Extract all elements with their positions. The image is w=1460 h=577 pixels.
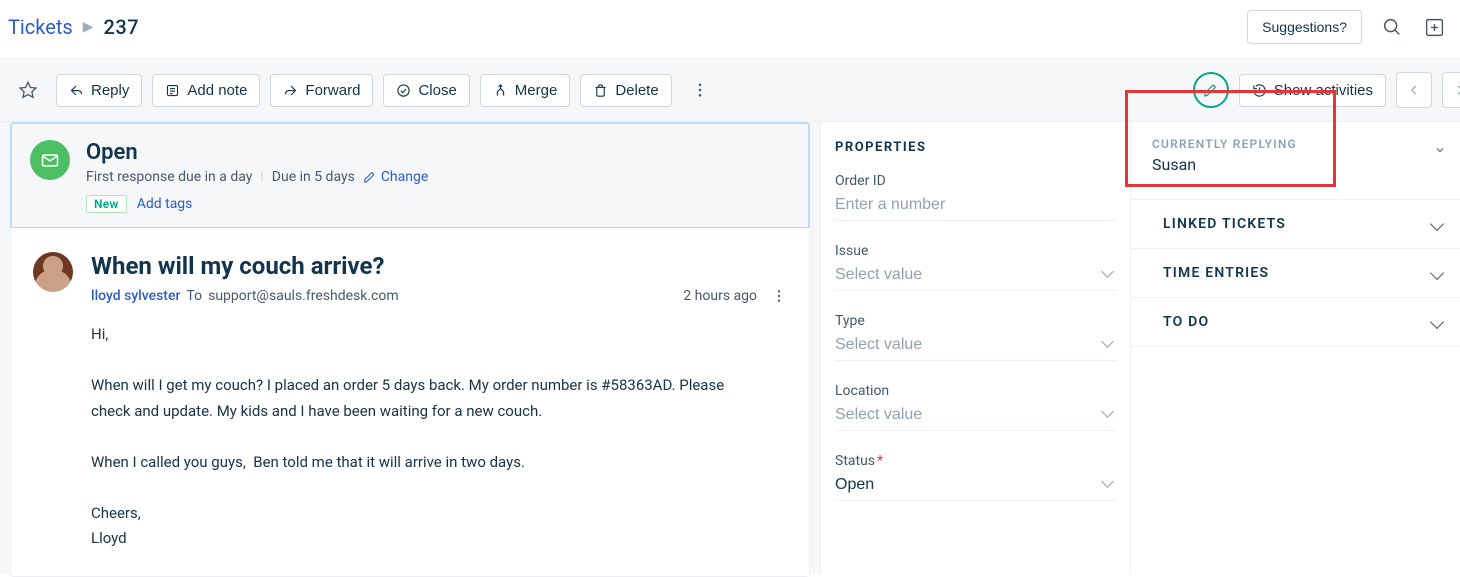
reply-icon xyxy=(69,83,84,98)
merge-button[interactable]: Merge xyxy=(480,74,571,107)
delete-label: Delete xyxy=(615,82,658,99)
order-id-input[interactable] xyxy=(835,194,1116,216)
linked-tickets-accordion[interactable]: LINKED TICKETS xyxy=(1131,200,1460,249)
chevron-down-icon[interactable] xyxy=(1434,144,1446,156)
type-select[interactable] xyxy=(835,334,1116,356)
merge-icon xyxy=(493,83,508,98)
due-date: Due in 5 days xyxy=(272,169,355,185)
prev-ticket-button[interactable] xyxy=(1396,72,1432,108)
chevron-down-icon xyxy=(1430,315,1444,329)
todo-accordion[interactable]: TO DO xyxy=(1131,298,1460,347)
issue-label: Issue xyxy=(835,243,1116,259)
reply-button[interactable]: Reply xyxy=(56,74,142,107)
properties-heading: PROPERTIES xyxy=(835,140,1116,155)
chevron-down-icon xyxy=(1430,266,1444,280)
ticket-subject: When will my couch arrive? xyxy=(91,252,787,280)
change-due-link[interactable]: Change xyxy=(363,169,428,185)
next-ticket-button[interactable] xyxy=(1442,72,1460,108)
chevron-down-icon xyxy=(1430,217,1444,231)
location-select[interactable] xyxy=(835,404,1116,426)
to-address: support@sauls.freshdesk.com xyxy=(208,288,399,304)
breadcrumb: Tickets ▶ 237 xyxy=(8,15,139,39)
add-tags-link[interactable]: Add tags xyxy=(137,196,193,212)
first-response-due: First response due in a day xyxy=(86,169,252,185)
trash-icon xyxy=(593,83,608,98)
note-icon xyxy=(165,83,180,98)
status-label: Status* xyxy=(835,453,1116,469)
close-label: Close xyxy=(418,82,456,99)
requester-name[interactable]: lloyd sylvester xyxy=(91,288,180,304)
breadcrumb-ticket-id: 237 xyxy=(103,15,139,39)
status-card: Open First response due in a day | Due i… xyxy=(10,122,810,228)
delete-button[interactable]: Delete xyxy=(580,74,671,107)
compose-icon[interactable] xyxy=(1193,72,1229,108)
check-circle-icon xyxy=(396,83,411,98)
ticket-message: When will my couch arrive? lloyd sylvest… xyxy=(10,228,810,577)
message-more-icon[interactable] xyxy=(771,288,787,304)
currently-replying-label: CURRENTLY REPLYING xyxy=(1152,137,1333,151)
history-icon xyxy=(1252,83,1267,98)
issue-select[interactable] xyxy=(835,264,1116,286)
message-time: 2 hours ago xyxy=(683,288,757,304)
to-label: To xyxy=(186,288,202,304)
breadcrumb-root[interactable]: Tickets xyxy=(8,15,73,39)
location-label: Location xyxy=(835,383,1116,399)
show-activities-label: Show activities xyxy=(1274,82,1373,99)
more-icon[interactable] xyxy=(682,72,718,108)
ticket-status-title: Open xyxy=(86,140,790,165)
suggestions-button[interactable]: Suggestions? xyxy=(1247,10,1362,44)
chevron-right-icon: ▶ xyxy=(83,19,94,35)
status-select[interactable] xyxy=(835,474,1116,496)
reply-label: Reply xyxy=(91,82,129,99)
currently-replying-name: Susan xyxy=(1152,155,1333,174)
new-tag: New xyxy=(86,195,127,213)
show-activities-button[interactable]: Show activities xyxy=(1239,74,1386,107)
mail-icon xyxy=(30,140,70,180)
forward-button[interactable]: Forward xyxy=(270,74,373,107)
order-id-label: Order ID xyxy=(835,173,1116,189)
forward-icon xyxy=(283,83,298,98)
edit-icon xyxy=(363,170,377,184)
time-entries-accordion[interactable]: TIME ENTRIES xyxy=(1131,249,1460,298)
type-label: Type xyxy=(835,313,1116,329)
message-body: Hi, When will I get my couch? I placed a… xyxy=(91,322,731,552)
add-note-label: Add note xyxy=(187,82,247,99)
close-button[interactable]: Close xyxy=(383,74,469,107)
merge-label: Merge xyxy=(515,82,558,99)
search-icon[interactable] xyxy=(1380,15,1404,39)
forward-label: Forward xyxy=(305,82,360,99)
requester-avatar[interactable] xyxy=(33,252,73,292)
add-note-button[interactable]: Add note xyxy=(152,74,260,107)
add-icon[interactable] xyxy=(1422,15,1446,39)
star-icon[interactable] xyxy=(10,72,46,108)
